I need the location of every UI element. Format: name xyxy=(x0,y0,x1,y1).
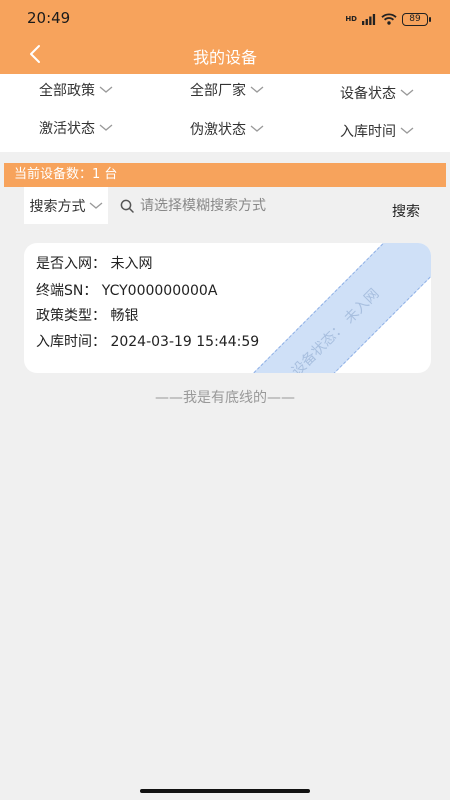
device-card[interactable]: 是否入网： 未入网 终端SN： YCY000000000A 政策类型： 畅银 设… xyxy=(24,243,431,373)
chevron-down-icon xyxy=(89,202,102,209)
filter-panel: 全部政策 全部厂家 设备状态 激活状态 伪激状态 入库时间 xyxy=(0,74,450,152)
home-indicator xyxy=(140,789,310,793)
device-count-bar: 当前设备数：1 台 xyxy=(4,163,446,187)
filter-policy-label: 全部政策 xyxy=(39,83,95,99)
storage-time-line: 入库时间： 2024-03-19 15:44:59 xyxy=(36,334,260,350)
search-mode-select[interactable]: 搜索方式 xyxy=(24,187,108,224)
filter-activation-status-label: 激活状态 xyxy=(39,121,95,137)
terminal-sn-line: 终端SN： YCY000000000A xyxy=(36,283,218,299)
device-status-ribbon-text: 设备状态： 未入网 xyxy=(288,285,383,373)
search-icon xyxy=(120,199,134,213)
search-input[interactable] xyxy=(140,197,360,215)
end-of-list-text: ——我是有底线的—— xyxy=(155,390,295,406)
filter-storage-time-label: 入库时间 xyxy=(340,124,396,140)
filter-vendor-label: 全部厂家 xyxy=(190,83,246,99)
battery-icon: 89 xyxy=(402,12,431,26)
filter-vendor[interactable]: 全部厂家 xyxy=(190,80,264,100)
search-button[interactable]: 搜索 xyxy=(392,201,420,221)
search-row: 搜索方式 搜索 xyxy=(0,187,450,227)
page-title: 我的设备 xyxy=(192,48,257,67)
chevron-down-icon xyxy=(250,125,264,132)
network-status-line: 是否入网： 未入网 xyxy=(36,256,153,272)
status-time: 20:49 xyxy=(27,9,71,27)
filter-storage-time[interactable]: 入库时间 xyxy=(340,121,414,141)
policy-type-line: 政策类型： 畅银 xyxy=(36,308,139,324)
chevron-down-icon xyxy=(250,86,264,93)
filter-activation-status[interactable]: 激活状态 xyxy=(39,118,113,138)
nav-bar: 我的设备 xyxy=(0,36,450,74)
signal-icon xyxy=(362,13,376,25)
chevron-down-icon xyxy=(99,86,113,93)
status-icons: HD 89 xyxy=(345,12,431,26)
search-mode-label: 搜索方式 xyxy=(29,198,86,215)
filter-policy[interactable]: 全部政策 xyxy=(39,80,113,100)
device-status-ribbon: 设备状态： 未入网 xyxy=(221,243,431,373)
hd-label: HD xyxy=(345,15,357,23)
chevron-down-icon xyxy=(400,89,414,96)
filter-device-status[interactable]: 设备状态 xyxy=(340,83,414,103)
filter-fake-activation-status[interactable]: 伪激状态 xyxy=(190,119,264,139)
wifi-icon xyxy=(381,13,397,25)
filter-device-status-label: 设备状态 xyxy=(340,86,396,102)
chevron-down-icon xyxy=(400,127,414,134)
filter-fake-activation-status-label: 伪激状态 xyxy=(190,122,246,138)
chevron-down-icon xyxy=(99,124,113,131)
status-bar: 20:49 HD 89 xyxy=(0,0,450,36)
